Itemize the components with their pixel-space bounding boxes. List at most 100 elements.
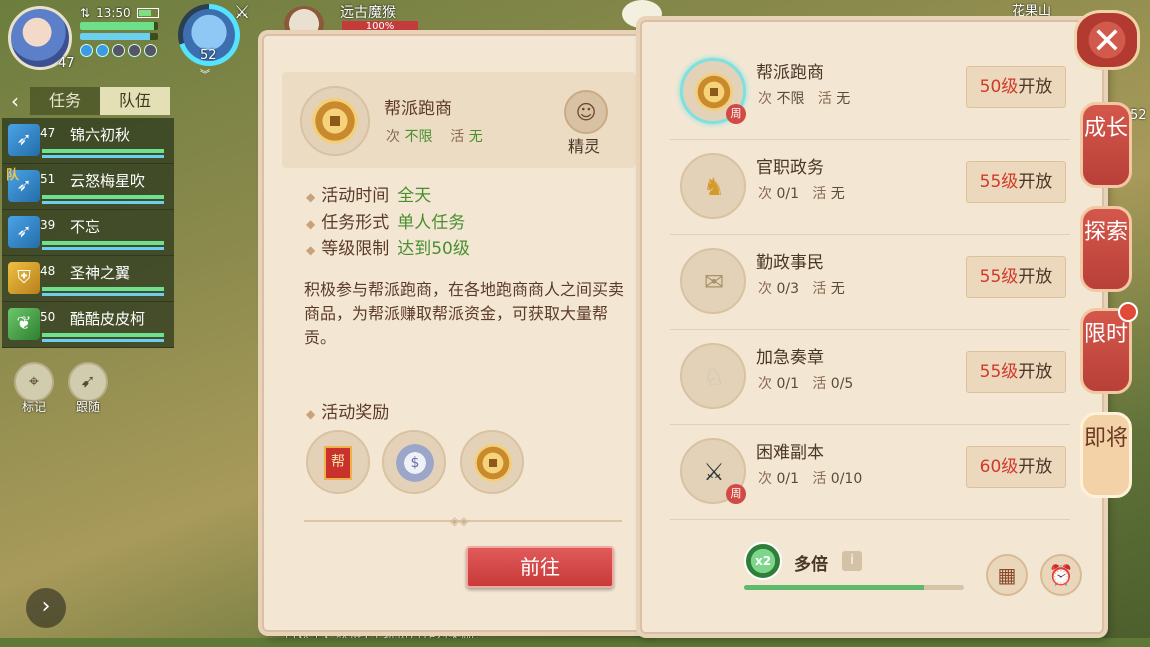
open-level: 55级 — [979, 267, 1019, 287]
activity-stats: 次 0/1 活 0/5 — [758, 373, 853, 393]
open-suffix: 开放 — [1018, 172, 1053, 192]
info-icon[interactable]: i — [842, 551, 862, 571]
signal-icon: ⇅ — [80, 6, 91, 20]
info-value: 达到50级 — [397, 239, 470, 259]
info-label: 任务形式 — [321, 213, 390, 233]
open-suffix: 开放 — [1018, 457, 1053, 477]
member-name: 酷酷皮皮柯 — [70, 310, 146, 328]
open-level: 55级 — [979, 362, 1019, 382]
open-level-button[interactable]: 50级开放 — [966, 66, 1066, 108]
times-label: 次 — [386, 129, 400, 145]
open-level-button[interactable]: 55级开放 — [966, 351, 1066, 393]
activity-item[interactable]: ⚔ 周 困难副本 次 0/1 活 0/10 60级开放 — [670, 426, 1070, 520]
activity-icon-frame: ♘ — [680, 343, 746, 409]
target-hp-bar: 100% — [342, 21, 418, 33]
diamond-bullet-icon: ◆ — [306, 217, 316, 231]
times-value: 0/3 — [776, 281, 799, 297]
open-level-button[interactable]: 55级开放 — [966, 161, 1066, 203]
spirit-button[interactable]: ☺ — [564, 90, 608, 134]
tab-team[interactable]: 队伍 — [100, 87, 170, 115]
crossed-swords-icon[interactable]: ⚔ — [234, 2, 256, 24]
activity-stats: 次 0/3 活 无 — [758, 278, 845, 298]
spirit-label: 精灵 — [568, 137, 601, 156]
leaf-class-icon: ❦ — [8, 308, 40, 340]
reward-item[interactable]: $ — [382, 430, 446, 494]
open-level: 55级 — [979, 172, 1019, 192]
multiplier-badge[interactable]: x2 — [744, 542, 782, 580]
times-value: 不限 — [404, 129, 433, 145]
alarm-clock-button[interactable]: ⏰ — [1040, 554, 1082, 596]
active-label: 活 — [812, 376, 827, 392]
times-label: 次 — [758, 281, 772, 297]
leader-badge: 队 — [6, 168, 20, 183]
reward-item[interactable] — [460, 430, 524, 494]
side-tab-upcoming[interactable]: 即将 — [1080, 412, 1132, 498]
open-level-button[interactable]: 55级开放 — [966, 256, 1066, 298]
activity-item[interactable]: ♘ 加急奏章 次 0/1 活 0/5 55级开放 — [670, 331, 1070, 425]
calendar-icon: ▦ — [997, 563, 1017, 587]
tab-task[interactable]: 任务 — [30, 87, 100, 115]
member-level: 39 — [40, 218, 56, 232]
buff-icon — [128, 44, 141, 57]
active-value: 0/10 — [830, 471, 863, 487]
close-button[interactable]: ✕ — [1074, 10, 1140, 70]
notification-dot — [1118, 302, 1138, 322]
member-mp-bar — [42, 155, 164, 158]
active-label: 活 — [812, 471, 827, 487]
chevron-down-icon[interactable]: ︾ — [200, 66, 210, 81]
activity-name: 困难副本 — [756, 443, 824, 463]
times-value: 0/1 — [776, 471, 799, 487]
detail-description: 积极参与帮派跑商，在各地跑商商人之间买卖商品，为帮派赚取帮派资金，可获取大量帮贡… — [304, 280, 625, 347]
chevron-left-icon[interactable]: ‹ — [2, 86, 28, 116]
info-value: 单人任务 — [397, 213, 466, 233]
times-label: 次 — [758, 186, 772, 202]
mark-button[interactable]: ⌖ — [14, 362, 54, 402]
jade-horse-icon: ♘ — [703, 363, 725, 391]
times-label: 次 — [758, 91, 772, 107]
team-member[interactable]: ➶ 47 锦六初秋 — [2, 118, 174, 164]
activity-stats: 次 0/1 活 无 — [758, 183, 845, 203]
edge-number: 52 — [1130, 108, 1147, 123]
sword-class-icon: ➶ — [8, 216, 40, 248]
activity-item[interactable]: ✉ 勤政事民 次 0/3 活 无 55级开放 — [670, 236, 1070, 330]
follow-button[interactable]: ➹ — [68, 362, 108, 402]
active-value: 无 — [468, 129, 483, 145]
member-level: 50 — [40, 310, 56, 324]
activity-name: 勤政事民 — [756, 253, 824, 273]
buff-icon — [112, 44, 125, 57]
activity-name: 加急奏章 — [756, 348, 824, 368]
team-member[interactable]: ⛨ 48 圣神之翼 — [2, 256, 174, 302]
active-label: 活 — [812, 186, 827, 202]
detail-icon-frame — [300, 86, 370, 156]
activity-item[interactable]: ♞ 官职政务 次 0/1 活 无 55级开放 — [670, 141, 1070, 235]
expand-arrow-button[interactable]: › — [26, 588, 66, 628]
open-suffix: 开放 — [1018, 77, 1053, 97]
team-member-list: ➶ 47 锦六初秋 ➶ 队 51 云怒梅星吹 ➶ 39 不忘 ⛨ 48 圣神之翼… — [2, 118, 174, 348]
go-button[interactable]: 前往 — [466, 546, 614, 588]
team-tabs: 任务 队伍 — [30, 87, 170, 115]
follow-label: 跟随 — [75, 400, 100, 414]
pet-level: 52 — [200, 48, 217, 63]
reward-title: 活动奖励 — [321, 403, 390, 423]
info-label: 活动时间 — [321, 186, 390, 206]
calendar-button[interactable]: ▦ — [986, 554, 1028, 596]
team-member[interactable]: ➶ 队 51 云怒梅星吹 — [2, 164, 174, 210]
team-member[interactable]: ➶ 39 不忘 — [2, 210, 174, 256]
activity-item[interactable]: 周 帮派跑商 次 不限 活 无 50级开放 — [670, 46, 1070, 140]
buff-row — [80, 44, 157, 57]
info-form: ◆ 任务形式 单人任务 — [306, 208, 465, 233]
multiplier-progress — [744, 585, 964, 590]
team-member[interactable]: ❦ 50 酷酷皮皮柯 — [2, 302, 174, 348]
gold-coin-icon — [312, 98, 358, 144]
weekly-badge: 周 — [726, 104, 746, 124]
member-hp-bar — [42, 241, 164, 245]
times-value: 不限 — [776, 91, 805, 107]
member-mp-bar — [42, 293, 164, 296]
member-name: 云怒梅星吹 — [70, 172, 146, 190]
reward-item[interactable]: 帮 — [306, 430, 370, 494]
side-tab-growth[interactable]: 成长 — [1080, 102, 1132, 188]
side-tab-explore[interactable]: 探索 — [1080, 206, 1132, 292]
open-level-button[interactable]: 60级开放 — [966, 446, 1066, 488]
diamond-bullet-icon: ◆ — [306, 190, 316, 204]
activity-name: 帮派跑商 — [756, 63, 824, 83]
